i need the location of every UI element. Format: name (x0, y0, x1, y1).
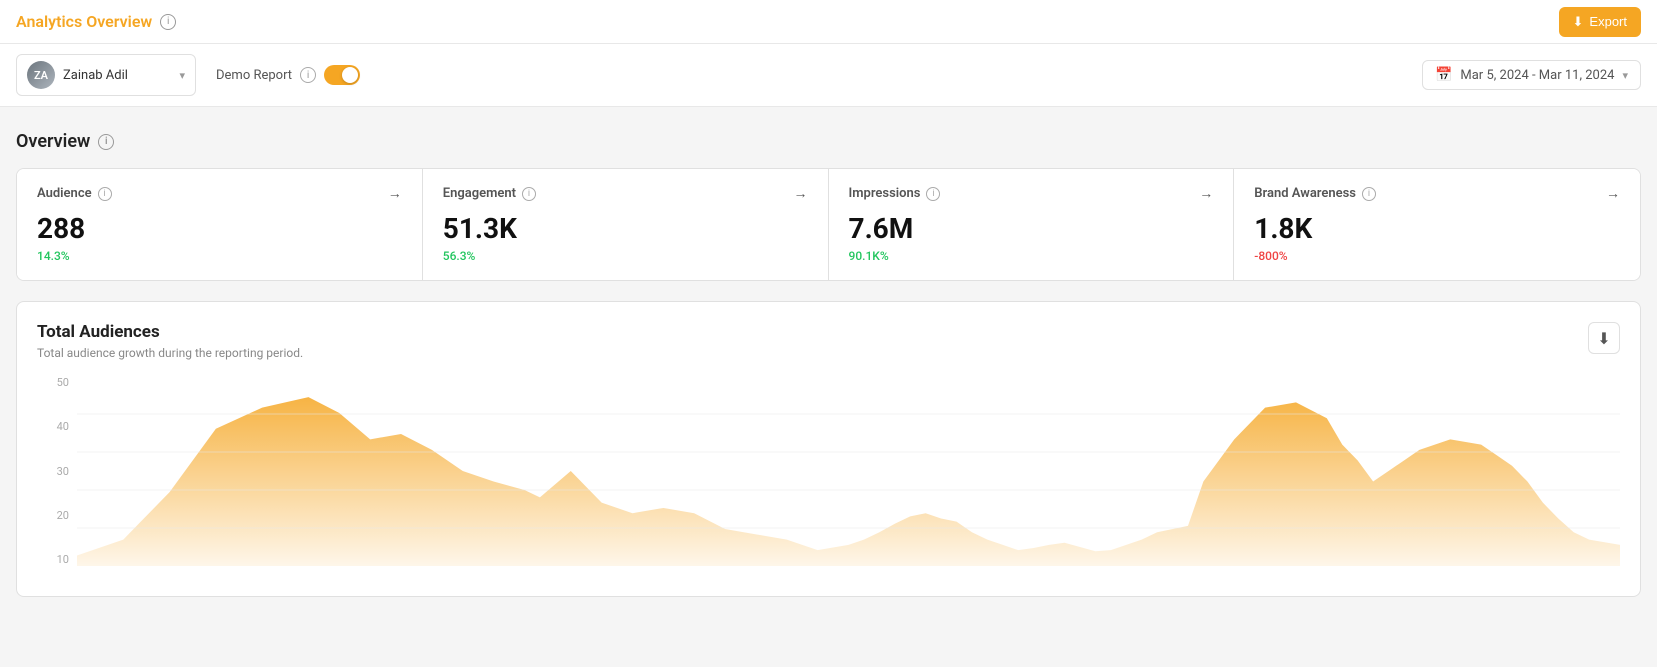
y-axis-label: 50 (37, 376, 77, 389)
card-body-brand_awareness: 1.8K -800% (1254, 214, 1620, 264)
sparkline-brand_awareness (1328, 214, 1620, 264)
app-header: Analytics Overview i ⬇ Export (0, 0, 1657, 44)
export-button[interactable]: ⬇ Export (1559, 7, 1641, 37)
card-header-audience: Audience i → (37, 185, 402, 202)
card-arrow-icon-engagement[interactable]: → (794, 185, 808, 202)
card-change-brand_awareness: -800% (1254, 249, 1312, 263)
main-content: Overview i Audience i → 288 14.3% (0, 107, 1657, 621)
sparkline-engagement (533, 214, 808, 264)
card-title-brand_awareness: Brand Awareness (1254, 186, 1356, 201)
demo-report-toggle[interactable] (324, 65, 360, 85)
card-audience: Audience i → 288 14.3% (17, 169, 423, 280)
toolbar-left: ZA Zainab Adil ▾ Demo Report i (16, 54, 360, 96)
chart-subtitle: Total audience growth during the reporti… (37, 346, 303, 360)
total-audiences-chart-section: Total Audiences Total audience growth du… (16, 301, 1641, 597)
card-title-row: Impressions i (849, 186, 941, 201)
card-brand_awareness: Brand Awareness i → 1.8K -800% (1234, 169, 1640, 280)
y-axis-label: 20 (37, 509, 77, 522)
card-info-icon-engagement[interactable]: i (522, 187, 536, 201)
card-arrow-icon-brand_awareness[interactable]: → (1606, 185, 1620, 202)
card-arrow-icon-impressions[interactable]: → (1199, 185, 1213, 202)
overview-section-title: Overview i (16, 131, 1641, 152)
card-title-impressions: Impressions (849, 186, 921, 201)
card-body-impressions: 7.6M 90.1K% (849, 214, 1214, 264)
card-change-engagement: 56.3% (443, 249, 517, 263)
avatar: ZA (27, 61, 55, 89)
card-arrow-icon-audience[interactable]: → (388, 185, 402, 202)
user-name: Zainab Adil (63, 68, 171, 83)
y-axis-label: 10 (37, 553, 77, 566)
card-title-engagement: Engagement (443, 186, 516, 201)
card-info-icon-brand_awareness[interactable]: i (1362, 187, 1376, 201)
card-value-impressions: 7.6M (849, 214, 914, 245)
export-label: Export (1589, 14, 1627, 29)
card-change-impressions: 90.1K% (849, 249, 914, 263)
date-range-picker[interactable]: 📅 Mar 5, 2024 - Mar 11, 2024 ▾ (1422, 60, 1641, 90)
card-value-brand_awareness: 1.8K (1254, 214, 1312, 245)
date-range-chevron-icon: ▾ (1622, 69, 1628, 82)
demo-report-toggle-group: Demo Report i (216, 65, 360, 85)
user-selector[interactable]: ZA Zainab Adil ▾ (16, 54, 196, 96)
card-impressions: Impressions i → 7.6M 90.1K% (829, 169, 1235, 280)
user-selector-chevron-icon: ▾ (179, 69, 185, 82)
card-value-section: 288 14.3% (37, 214, 85, 263)
chart-plot (77, 376, 1620, 566)
chart-download-button[interactable]: ⬇ (1588, 322, 1620, 354)
header-left: Analytics Overview i (16, 12, 176, 31)
download-icon: ⬇ (1597, 329, 1610, 348)
card-engagement: Engagement i → 51.3K 56.3% (423, 169, 829, 280)
y-axis: 50 40 30 20 10 (37, 376, 77, 576)
card-title-audience: Audience (37, 186, 92, 201)
card-change-audience: 14.3% (37, 249, 85, 263)
date-range-text: Mar 5, 2024 - Mar 11, 2024 (1460, 68, 1614, 83)
sparkline-impressions (929, 214, 1213, 264)
card-header-impressions: Impressions i → (849, 185, 1214, 202)
card-info-icon-audience[interactable]: i (98, 187, 112, 201)
chart-header: Total Audiences Total audience growth du… (37, 322, 1620, 360)
chart-area: 50 40 30 20 10 (37, 376, 1620, 576)
demo-report-info-icon[interactable]: i (300, 67, 316, 83)
card-title-row: Engagement i (443, 186, 536, 201)
card-value-section: 1.8K -800% (1254, 214, 1312, 263)
card-header-engagement: Engagement i → (443, 185, 808, 202)
y-axis-label: 40 (37, 420, 77, 433)
card-body-engagement: 51.3K 56.3% (443, 214, 808, 264)
card-value-audience: 288 (37, 214, 85, 245)
y-axis-label: 30 (37, 465, 77, 478)
demo-report-label: Demo Report (216, 68, 292, 83)
overview-cards-grid: Audience i → 288 14.3% Engagement i → (16, 168, 1641, 281)
card-value-engagement: 51.3K (443, 214, 517, 245)
sparkline-audience (101, 214, 402, 264)
app-title: Analytics Overview (16, 12, 152, 31)
calendar-icon: 📅 (1435, 67, 1452, 83)
chart-title-group: Total Audiences Total audience growth du… (37, 322, 303, 360)
card-value-section: 51.3K 56.3% (443, 214, 517, 263)
card-info-icon-impressions[interactable]: i (926, 187, 940, 201)
card-body-audience: 288 14.3% (37, 214, 402, 264)
card-title-row: Brand Awareness i (1254, 186, 1376, 201)
card-header-brand_awareness: Brand Awareness i → (1254, 185, 1620, 202)
chart-title: Total Audiences (37, 322, 303, 342)
toolbar: ZA Zainab Adil ▾ Demo Report i 📅 Mar 5, … (0, 44, 1657, 107)
header-info-icon[interactable]: i (160, 14, 176, 30)
export-icon: ⬇ (1573, 14, 1584, 30)
overview-info-icon[interactable]: i (98, 134, 114, 150)
card-title-row: Audience i (37, 186, 112, 201)
card-value-section: 7.6M 90.1K% (849, 214, 914, 263)
